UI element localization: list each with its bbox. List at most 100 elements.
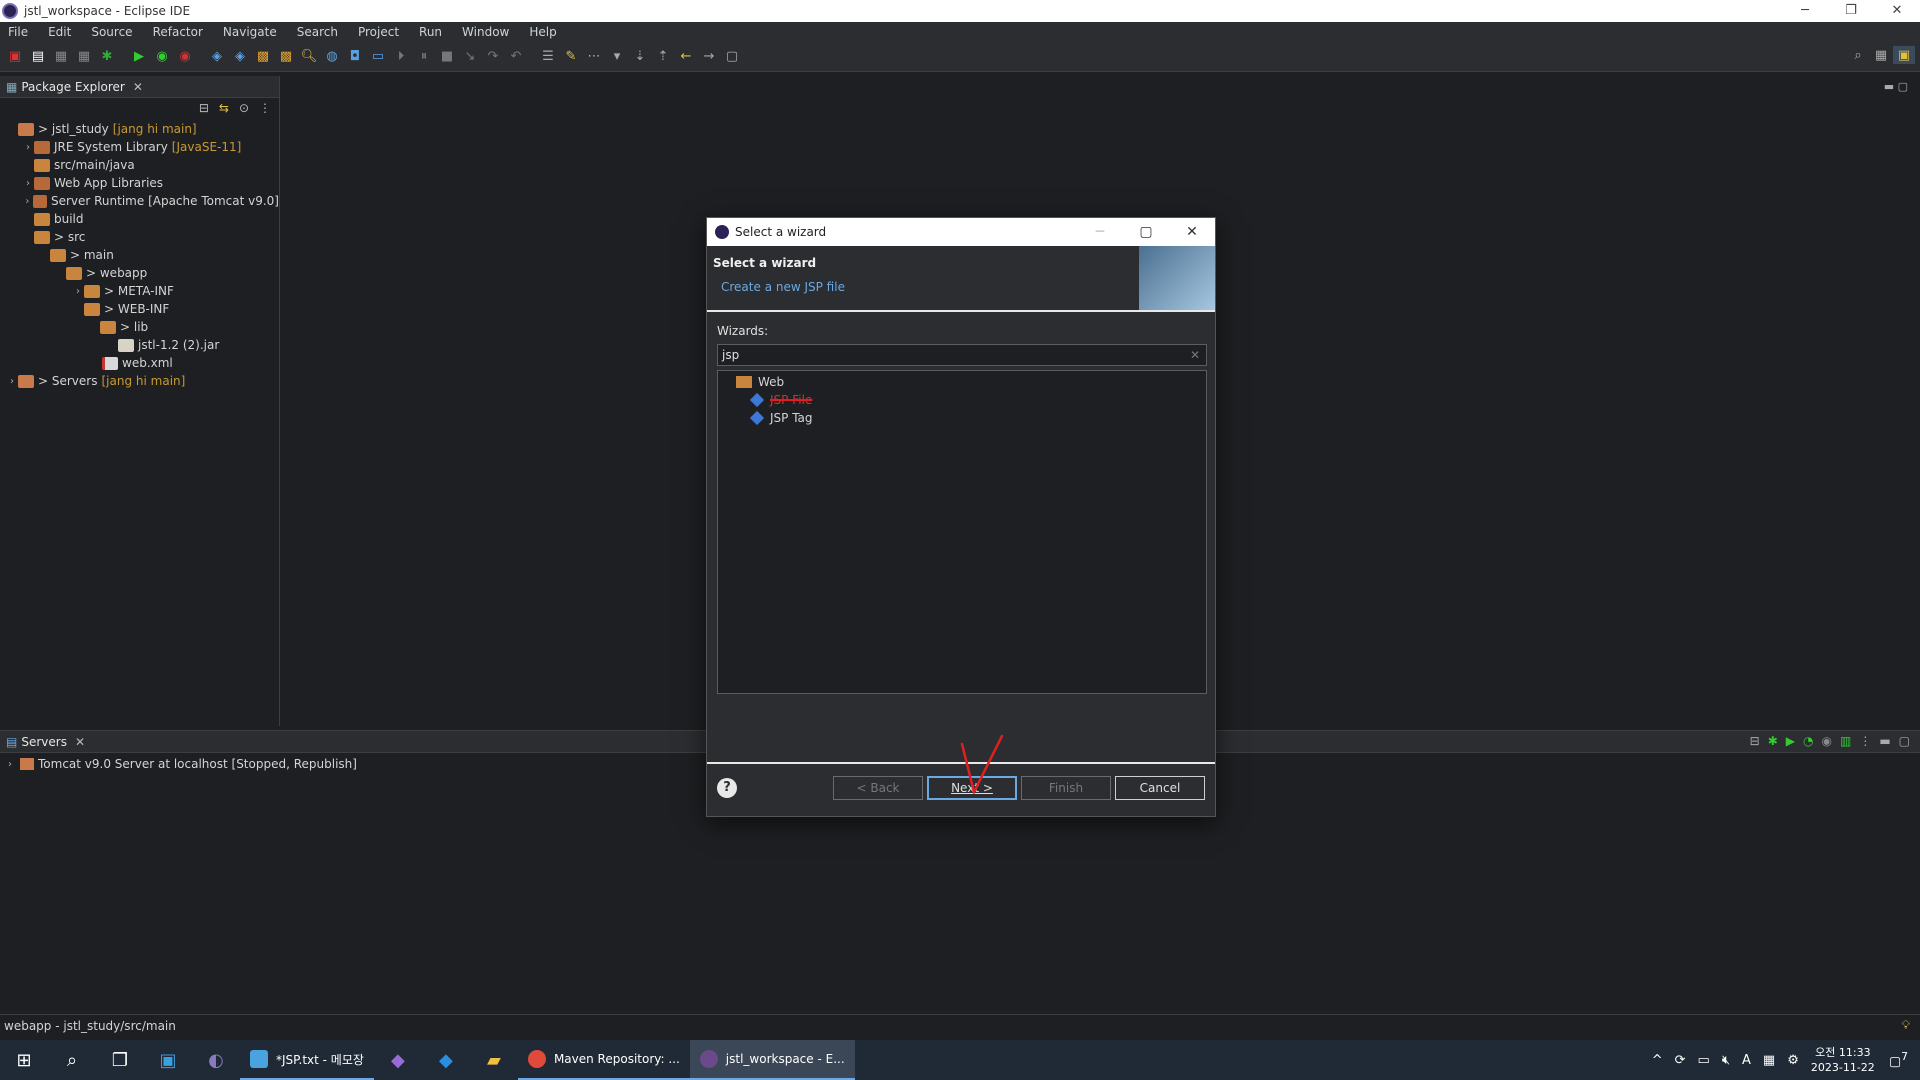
tree-item-src[interactable]: > src bbox=[0, 228, 279, 246]
package-explorer-tab[interactable]: ▦ Package Explorer ✕ bbox=[0, 76, 279, 98]
wizard-item-jsp-file[interactable]: JSP File bbox=[718, 391, 1206, 409]
new-file-icon[interactable]: ▤ bbox=[27, 48, 49, 66]
search-toolbar-icon[interactable]: 🔍︎ bbox=[298, 48, 320, 66]
dialog-close-button[interactable]: ✕ bbox=[1169, 218, 1215, 246]
external-tools-icon[interactable]: ◉ bbox=[174, 48, 196, 66]
wizard-item-jsp-tag[interactable]: JSP Tag bbox=[718, 409, 1206, 427]
next-button[interactable]: Next > bbox=[927, 776, 1017, 800]
tree-item-main[interactable]: > main bbox=[0, 246, 279, 264]
coverage-icon[interactable]: ◉ bbox=[151, 48, 173, 66]
expand-chevron-icon[interactable]: › bbox=[8, 759, 12, 770]
tree-item-meta-inf[interactable]: › > META-INF bbox=[0, 282, 279, 300]
taskbar-app-notepad[interactable]: *JSP.txt - 메모장 bbox=[240, 1040, 374, 1080]
save-all-icon[interactable]: ▦ bbox=[73, 48, 95, 66]
stop-server-icon[interactable]: ◉ bbox=[1821, 734, 1831, 748]
tray-chevron-icon[interactable]: ^ bbox=[1652, 1053, 1663, 1068]
outline-icon[interactable]: ☰ bbox=[537, 48, 559, 66]
tree-item-server-runtime[interactable]: › Server Runtime [Apache Tomcat v9.0] bbox=[0, 192, 279, 210]
menu-source[interactable]: Source bbox=[91, 25, 132, 39]
taskbar-app-eclipse[interactable]: jstl_workspace - E... bbox=[689, 1040, 855, 1080]
step-into-icon[interactable]: ↘ bbox=[459, 48, 481, 66]
menu-file[interactable]: File bbox=[8, 25, 28, 39]
tree-item-servers[interactable]: › > Servers [jang hi main] bbox=[0, 372, 279, 390]
maximize-view-icon[interactable]: ▢ bbox=[1899, 734, 1910, 748]
globe-icon[interactable]: ◍ bbox=[321, 48, 343, 66]
collapse-icon[interactable]: ⊟ bbox=[1750, 734, 1760, 748]
suspend-icon[interactable]: ⏸ bbox=[413, 48, 435, 66]
clear-filter-icon[interactable]: ✕ bbox=[1190, 345, 1200, 365]
open-type-icon[interactable]: ▩ bbox=[252, 48, 274, 66]
prev-annotation-icon[interactable]: ⇡ bbox=[652, 48, 674, 66]
perspective-switch-icon[interactable]: ▦ bbox=[1870, 46, 1892, 64]
collapse-all-icon[interactable]: ⊟ bbox=[199, 101, 209, 115]
tree-item-jstl-jar[interactable]: jstl-1.2 (2).jar bbox=[0, 336, 279, 354]
task-view-icon[interactable]: ❐ bbox=[96, 1040, 144, 1080]
run-icon[interactable]: ▶ bbox=[128, 48, 150, 66]
publish-icon[interactable]: ▥ bbox=[1840, 734, 1851, 748]
annotation-icon[interactable]: ▾ bbox=[606, 48, 628, 66]
eclipse-taskbar-icon[interactable]: ◐ bbox=[192, 1040, 240, 1080]
menu-refactor[interactable]: Refactor bbox=[153, 25, 203, 39]
debug-server-icon[interactable]: ✱ bbox=[1768, 734, 1778, 748]
file-explorer-icon[interactable]: ▰ bbox=[470, 1040, 518, 1080]
forward-arrow-icon[interactable]: → bbox=[698, 48, 720, 66]
servers-tab[interactable]: ▤ Servers ✕ bbox=[0, 731, 92, 753]
menu-run[interactable]: Run bbox=[419, 25, 442, 39]
step-over-icon[interactable]: ↷ bbox=[482, 48, 504, 66]
java-ee-perspective-icon[interactable]: ▣ bbox=[1893, 46, 1915, 64]
taskbar-app-chrome[interactable]: Maven Repository: ... bbox=[517, 1040, 690, 1080]
menu-window[interactable]: Window bbox=[462, 25, 509, 39]
servers-icon[interactable]: ◘ bbox=[344, 48, 366, 66]
monitor-icon[interactable]: ▭ bbox=[367, 48, 389, 66]
save-icon[interactable]: ▦ bbox=[50, 48, 72, 66]
menu-help[interactable]: Help bbox=[529, 25, 556, 39]
close-window-button[interactable]: ✕ bbox=[1874, 0, 1920, 22]
restore-button[interactable]: ❐ bbox=[1828, 0, 1874, 22]
tree-item-webapp[interactable]: > webapp bbox=[0, 264, 279, 282]
server-row[interactable]: › Tomcat v9.0 Server at localhost [Stopp… bbox=[8, 757, 357, 771]
terminate-icon[interactable]: ■ bbox=[436, 48, 458, 66]
expand-chevron-icon[interactable]: › bbox=[22, 196, 33, 207]
clock[interactable]: 오전 11:33 2023-11-22 bbox=[1811, 1045, 1875, 1075]
sync-icon[interactable]: ⟳ bbox=[1675, 1053, 1686, 1068]
help-icon[interactable]: ? bbox=[717, 778, 737, 798]
back-button[interactable]: < Back bbox=[833, 776, 923, 800]
menu-navigate[interactable]: Navigate bbox=[223, 25, 277, 39]
new-java-project-icon[interactable]: ◈ bbox=[206, 48, 228, 66]
tree-item-jstl-study[interactable]: > jstl_study [jang hi main] bbox=[0, 120, 279, 138]
link-with-editor-icon[interactable]: ⇆ bbox=[219, 101, 229, 115]
close-tab-icon[interactable]: ✕ bbox=[133, 80, 143, 94]
dialog-minimize-button[interactable]: ─ bbox=[1077, 218, 1123, 246]
wizard-category-web[interactable]: Web bbox=[718, 373, 1206, 391]
focus-icon[interactable]: ⊙ bbox=[239, 101, 249, 115]
finish-button[interactable]: Finish bbox=[1021, 776, 1111, 800]
pin-editor-icon[interactable]: ▢ bbox=[721, 48, 743, 66]
start-server-icon[interactable]: ▶ bbox=[1786, 734, 1795, 748]
windows-start-icon[interactable]: ⊞ bbox=[0, 1040, 48, 1080]
resume-icon[interactable]: ⏵ bbox=[390, 48, 412, 66]
notification-center-icon[interactable]: ▢7 bbox=[1889, 1050, 1908, 1069]
lightbulb-icon[interactable]: 💡︎ bbox=[1902, 1018, 1910, 1033]
minimize-view-icon[interactable]: ▬ bbox=[1879, 734, 1890, 748]
keyboard-layout-icon[interactable]: ▦ bbox=[1763, 1053, 1775, 1068]
profile-server-icon[interactable]: ◔ bbox=[1803, 734, 1813, 748]
network-icon[interactable]: ▭ bbox=[1698, 1053, 1710, 1068]
view-menu-icon[interactable]: ⋮ bbox=[259, 101, 271, 115]
tree-item-web-app-libraries[interactable]: › Web App Libraries bbox=[0, 174, 279, 192]
expand-chevron-icon[interactable]: › bbox=[6, 376, 18, 387]
vscode-icon[interactable]: ◆ bbox=[422, 1040, 470, 1080]
expand-chevron-icon[interactable]: › bbox=[22, 178, 34, 189]
search-icon[interactable]: ⌕ bbox=[1847, 46, 1869, 64]
expand-chevron-icon[interactable]: › bbox=[72, 286, 84, 297]
wizard-filter-input[interactable]: jsp ✕ bbox=[717, 344, 1207, 366]
open-task-icon[interactable]: ▩ bbox=[275, 48, 297, 66]
next-annotation-icon[interactable]: ⇣ bbox=[629, 48, 651, 66]
desktop-app-icon[interactable]: ▣ bbox=[144, 1040, 192, 1080]
tree-item-src-main-java[interactable]: src/main/java bbox=[0, 156, 279, 174]
taskbar-search-icon[interactable]: ⌕ bbox=[48, 1040, 96, 1080]
new-package-icon[interactable]: ◈ bbox=[229, 48, 251, 66]
show-whitespace-icon[interactable]: ⋯ bbox=[583, 48, 605, 66]
minimize-button[interactable]: ─ bbox=[1782, 0, 1828, 22]
back-arrow-icon[interactable]: ← bbox=[675, 48, 697, 66]
debug-icon[interactable]: ✱ bbox=[96, 48, 118, 66]
